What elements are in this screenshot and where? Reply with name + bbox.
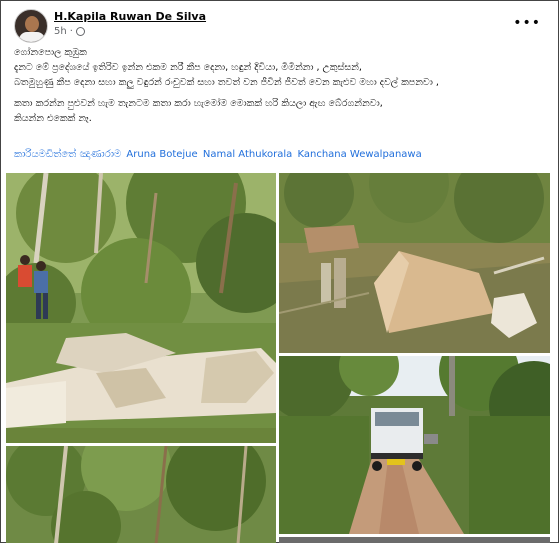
tagged-people: කාරියමඩිත්තේ ඤාණාරාම Aruna Botejue Namal… — [14, 149, 424, 160]
avatar[interactable] — [14, 9, 48, 43]
post-time[interactable]: 5h — [54, 26, 67, 37]
post-line: දැනට මේ ප්‍රදේශයේ ඉතිරිව ඉන්න එකම නරී කී… — [14, 62, 362, 74]
post-line: ගෝනපොල කුඹුක — [14, 47, 87, 58]
post-line: කතා කරන්න පුළුවන් හැම තැනටම කතා කරා හැමෝ… — [14, 97, 383, 109]
post-line: කියන්න එකෙක් නෑ. — [14, 112, 92, 124]
post-photo[interactable] — [279, 537, 550, 543]
post-photo[interactable] — [279, 356, 550, 534]
tag-link[interactable]: Aruna Botejue — [126, 149, 197, 160]
post-text: ගෝනපොල කුඹුක දැනට මේ ප්‍රදේශයේ ඉතිරිව ඉන… — [14, 45, 544, 126]
post-photo[interactable] — [6, 446, 276, 543]
tag-link[interactable]: කාරියමඩිත්තේ ඤාණාරාම — [14, 149, 121, 160]
post-photo[interactable] — [6, 173, 276, 443]
facebook-post: H.Kapila Ruwan De Silva 5h · ••• ගෝනපොල … — [0, 0, 559, 543]
author-name[interactable]: H.Kapila Ruwan De Silva — [54, 10, 206, 23]
tag-link[interactable]: Kanchana Wewalpanawa — [297, 149, 421, 160]
post-line: බතමුහුණු කීප දෙනා සහා කලු වඳුරන් රංචුවක්… — [14, 77, 439, 89]
post-photo[interactable] — [279, 173, 550, 353]
post-header: H.Kapila Ruwan De Silva 5h · ••• — [14, 7, 549, 43]
globe-icon — [75, 27, 85, 36]
more-options-icon[interactable]: ••• — [513, 15, 541, 31]
post-meta: 5h · — [54, 26, 85, 37]
tag-link[interactable]: Namal Athukorala — [203, 149, 292, 160]
